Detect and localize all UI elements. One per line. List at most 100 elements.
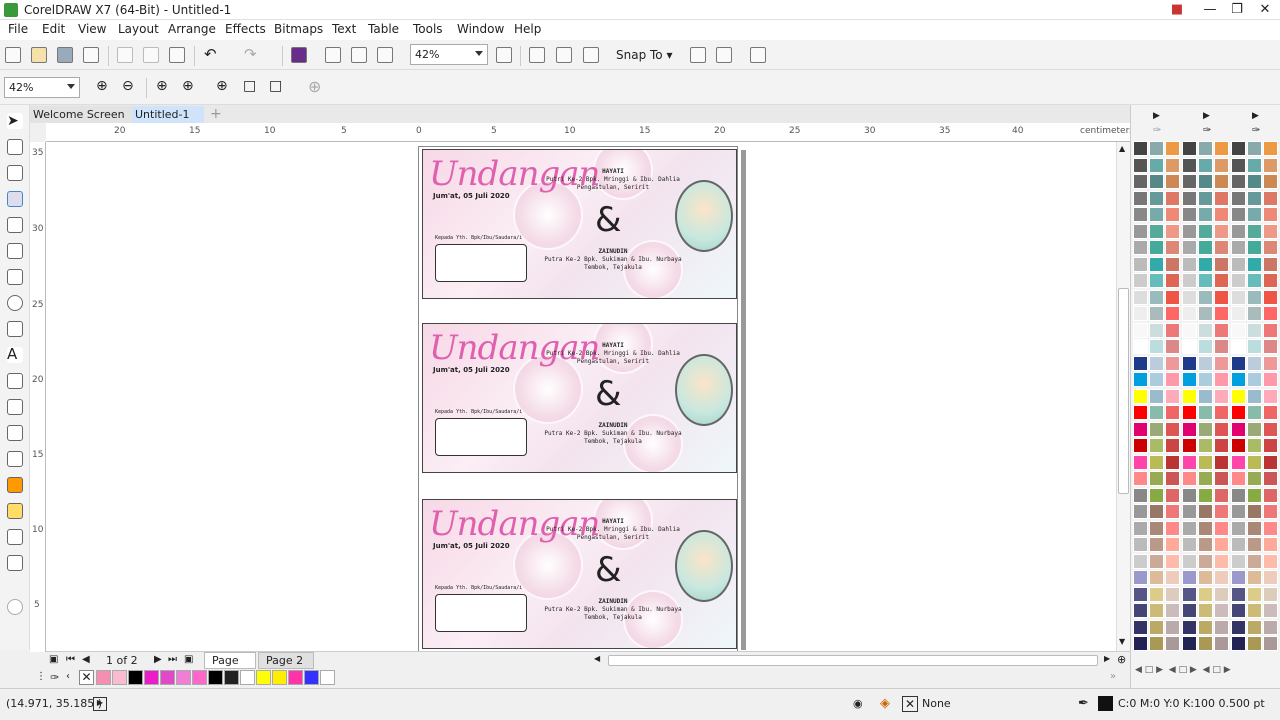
palette-swatch[interactable] — [1247, 405, 1262, 420]
menu-tools[interactable]: Tools — [413, 22, 443, 36]
palette-swatch[interactable] — [1231, 141, 1246, 156]
palette-swatch[interactable] — [1263, 603, 1278, 618]
palette-swatch[interactable] — [1182, 553, 1197, 569]
palette-swatch[interactable] — [1263, 537, 1278, 552]
palette-swatch[interactable] — [1214, 438, 1229, 453]
palette-swatch[interactable] — [1247, 190, 1262, 206]
palette-swatch[interactable] — [1214, 190, 1229, 206]
new-tab-button[interactable]: + — [206, 106, 224, 123]
palette-swatch[interactable] — [1198, 372, 1213, 387]
palette-swatch[interactable] — [1247, 207, 1262, 222]
invitation-card[interactable]: Undangan Jum'at, 05 Juli 2020 HAYATI Putr… — [422, 149, 737, 299]
navigator-icon[interactable]: ⊕ — [1117, 653, 1126, 666]
menu-view[interactable]: View — [78, 22, 106, 36]
palette-swatch[interactable] — [1149, 256, 1164, 272]
palette-swatch[interactable] — [1182, 388, 1197, 404]
palette-flyout-icon[interactable]: ▶ — [1252, 111, 1259, 121]
palette-swatch[interactable] — [1133, 438, 1148, 453]
palette-swatch[interactable] — [1263, 438, 1278, 453]
palette-swatch[interactable] — [1231, 603, 1246, 618]
palette-swatch[interactable] — [1133, 504, 1148, 519]
palette-swatch[interactable] — [1165, 157, 1180, 173]
zoom-tool-icon[interactable] — [7, 191, 23, 207]
color-swatch[interactable] — [144, 670, 159, 685]
palette-swatch[interactable] — [1247, 223, 1262, 239]
palette-swatch[interactable] — [1263, 289, 1278, 305]
palette-swatch[interactable] — [1263, 570, 1278, 585]
palette-swatch[interactable] — [1133, 603, 1148, 618]
palette-swatch[interactable] — [1182, 520, 1197, 536]
palette-swatch[interactable] — [1133, 520, 1148, 536]
tab-welcome-screen[interactable]: Welcome Screen — [30, 106, 132, 123]
fill-icon[interactable]: ◈ — [880, 696, 890, 711]
palette-swatch[interactable] — [1231, 487, 1246, 503]
palette-swatch[interactable] — [1214, 388, 1229, 404]
menu-table[interactable]: Table — [368, 22, 399, 36]
palette-swatch[interactable] — [1263, 405, 1278, 420]
tab-page-1[interactable]: Page 1 — [204, 652, 256, 680]
no-fill-swatch[interactable]: ✕ — [902, 696, 918, 712]
menu-effects[interactable]: Effects — [225, 22, 266, 36]
show-guidelines-icon[interactable] — [583, 47, 599, 63]
palette-swatch[interactable] — [1198, 553, 1213, 569]
palette-swatch[interactable] — [1165, 207, 1180, 222]
palette-swatch[interactable] — [1247, 289, 1262, 305]
palette-swatch[interactable] — [1198, 487, 1213, 503]
outline-pen-icon[interactable]: ✒ — [1078, 696, 1089, 711]
palette-swatch[interactable] — [1149, 157, 1164, 173]
palette-swatch[interactable] — [1133, 207, 1148, 222]
palette-swatch[interactable] — [1165, 537, 1180, 552]
menu-window[interactable]: Window — [457, 22, 504, 36]
menu-arrange[interactable]: Arrange — [168, 22, 216, 36]
palette-swatch[interactable] — [1182, 438, 1197, 453]
palette-swatch[interactable] — [1182, 471, 1197, 486]
palette-swatch[interactable] — [1149, 603, 1164, 618]
palette-swatch[interactable] — [1149, 372, 1164, 387]
palette-swatch[interactable] — [1149, 487, 1164, 503]
palette-swatch[interactable] — [1133, 223, 1148, 239]
palette-swatch[interactable] — [1231, 553, 1246, 569]
palette-swatch[interactable] — [1182, 537, 1197, 552]
add-page-before-icon[interactable]: ▣ — [49, 654, 58, 665]
add-page-after-icon[interactable]: ▣ — [184, 654, 193, 665]
palette-swatch[interactable] — [1165, 355, 1180, 371]
palette-menu-icon[interactable]: ⋮ — [36, 671, 46, 682]
palette-flyout-icon[interactable]: ▶ — [1153, 111, 1160, 121]
palette-swatch[interactable] — [1231, 421, 1246, 437]
palette-swatch[interactable] — [1247, 537, 1262, 552]
palette-swatch[interactable] — [1133, 339, 1148, 354]
palette-swatch[interactable] — [1198, 388, 1213, 404]
scroll-left-icon[interactable]: ◀ — [594, 654, 600, 663]
zoom-height-icon[interactable]: □ — [269, 78, 282, 94]
palette-swatch[interactable] — [1133, 256, 1148, 272]
palette-swatch[interactable] — [1149, 553, 1164, 569]
palette-swatch[interactable] — [1165, 322, 1180, 338]
prev-page-icon[interactable]: ◀ — [82, 654, 90, 665]
palette-swatch[interactable] — [1182, 355, 1197, 371]
palette-swatch[interactable] — [1231, 537, 1246, 552]
minimize-button[interactable]: — — [1195, 0, 1225, 20]
palette-swatch[interactable] — [1263, 504, 1278, 519]
palette-swatch[interactable] — [1231, 636, 1246, 651]
export-icon[interactable] — [351, 47, 367, 63]
add-icon[interactable]: ⊕ — [308, 77, 321, 96]
palette-swatch[interactable] — [1165, 223, 1180, 239]
palette-swatch[interactable] — [1231, 438, 1246, 453]
palette-swatch[interactable] — [1182, 207, 1197, 222]
menu-layout[interactable]: Layout — [118, 22, 159, 36]
palette-swatch[interactable] — [1198, 322, 1213, 338]
palette-swatch[interactable] — [1133, 273, 1148, 288]
align-icon[interactable] — [716, 47, 732, 63]
palette-swatch[interactable] — [1165, 174, 1180, 189]
palette-swatch[interactable] — [1149, 223, 1164, 239]
palette-swatch[interactable] — [1263, 619, 1278, 635]
palette-swatch[interactable] — [1214, 207, 1229, 222]
palette-swatch[interactable] — [1247, 256, 1262, 272]
palette-swatch[interactable] — [1165, 388, 1180, 404]
palette-swatch[interactable] — [1133, 372, 1148, 387]
palette-swatch[interactable] — [1198, 603, 1213, 618]
palette-swatch[interactable] — [1263, 322, 1278, 338]
color-swatch[interactable] — [288, 670, 303, 685]
application-launcher-icon[interactable] — [750, 47, 766, 63]
palette-swatch[interactable] — [1133, 306, 1148, 321]
